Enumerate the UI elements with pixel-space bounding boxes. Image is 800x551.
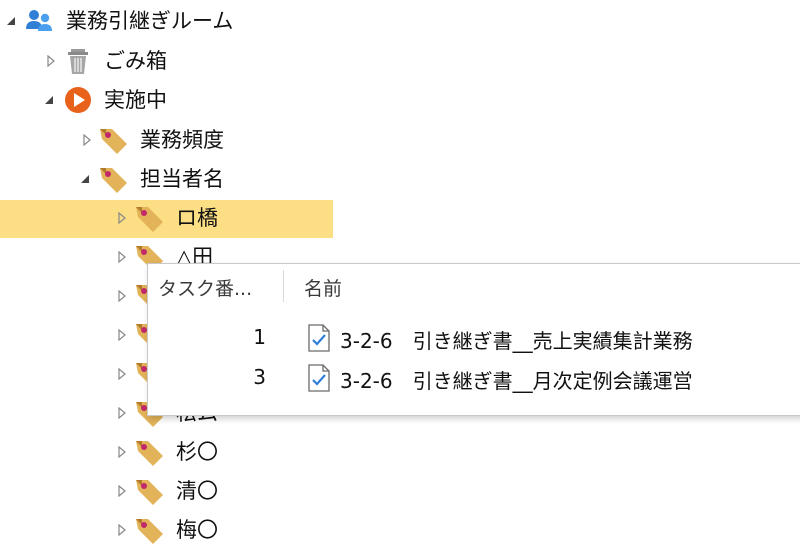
tree-item-label: ごみ箱 xyxy=(104,49,167,73)
expand-arrow-icon[interactable] xyxy=(115,523,129,537)
expand-arrow-icon[interactable] xyxy=(115,367,129,381)
tree-item-root[interactable]: 業務引継ぎルーム xyxy=(0,2,800,40)
collapse-arrow-icon[interactable] xyxy=(4,14,18,28)
tree-item-person[interactable]: ロ橋 xyxy=(0,199,800,238)
tree-item-owner[interactable]: 担当者名 xyxy=(0,160,800,198)
tree-item-person[interactable]: 杉〇 xyxy=(0,433,800,471)
tree-item-label: 業務引継ぎルーム xyxy=(66,9,234,33)
tree-item-person[interactable]: 梅〇 xyxy=(0,511,800,549)
users-icon xyxy=(24,5,56,37)
task-checked-icon xyxy=(308,324,330,352)
expand-arrow-icon[interactable] xyxy=(115,406,129,420)
column-header-name[interactable]: 名前 xyxy=(304,274,342,301)
tag-icon xyxy=(133,202,165,234)
expand-arrow-icon[interactable] xyxy=(115,445,129,459)
task-list-popup: タスク番... 名前 1 3-2-6 引き継ぎ書__売上実績集計業務 3 3-2… xyxy=(147,263,800,416)
task-number: 1 xyxy=(253,325,266,349)
tag-icon xyxy=(97,163,129,195)
task-row[interactable]: 3 3-2-6 引き継ぎ書__月次定例会議運営 xyxy=(148,360,800,396)
collapse-arrow-icon[interactable] xyxy=(42,93,56,107)
task-name: 3-2-6 引き継ぎ書__月次定例会議運営 xyxy=(340,369,693,393)
tree-item-label: 実施中 xyxy=(104,88,167,112)
tag-icon xyxy=(133,514,165,546)
expand-arrow-icon[interactable] xyxy=(115,211,129,225)
column-header-task-number[interactable]: タスク番... xyxy=(158,274,252,301)
tree-item-label: 杉〇 xyxy=(176,440,218,464)
collapse-arrow-icon[interactable] xyxy=(78,172,92,186)
selection-highlight xyxy=(0,200,333,238)
expand-arrow-icon[interactable] xyxy=(115,328,129,342)
tag-icon xyxy=(133,436,165,468)
tree-item-person[interactable]: 清〇 xyxy=(0,472,800,510)
expand-arrow-icon[interactable] xyxy=(80,133,94,147)
tree-item-label: 担当者名 xyxy=(140,167,224,191)
expand-arrow-icon[interactable] xyxy=(115,250,129,264)
tree-item-frequency[interactable]: 業務頻度 xyxy=(0,121,800,159)
tree-item-label: 清〇 xyxy=(176,479,218,503)
tree-item-active[interactable]: 実施中 xyxy=(0,81,800,119)
tree-item-label: 業務頻度 xyxy=(140,128,224,152)
trash-icon xyxy=(62,45,94,77)
tag-icon xyxy=(97,124,129,156)
popup-header: タスク番... 名前 xyxy=(148,264,800,308)
play-circle-icon xyxy=(62,84,94,116)
expand-arrow-icon[interactable] xyxy=(115,484,129,498)
task-name: 3-2-6 引き継ぎ書__売上実績集計業務 xyxy=(340,329,693,353)
tag-icon xyxy=(133,475,165,507)
expand-arrow-icon[interactable] xyxy=(115,289,129,303)
tree-item-label: ロ橋 xyxy=(176,206,218,230)
task-checked-icon xyxy=(308,364,330,392)
tree-item-trash[interactable]: ごみ箱 xyxy=(0,42,800,80)
expand-arrow-icon[interactable] xyxy=(44,54,58,68)
task-number: 3 xyxy=(253,365,266,389)
column-divider[interactable] xyxy=(283,270,284,302)
task-row[interactable]: 1 3-2-6 引き継ぎ書__売上実績集計業務 xyxy=(148,320,800,356)
tree-item-label: 梅〇 xyxy=(176,518,218,542)
